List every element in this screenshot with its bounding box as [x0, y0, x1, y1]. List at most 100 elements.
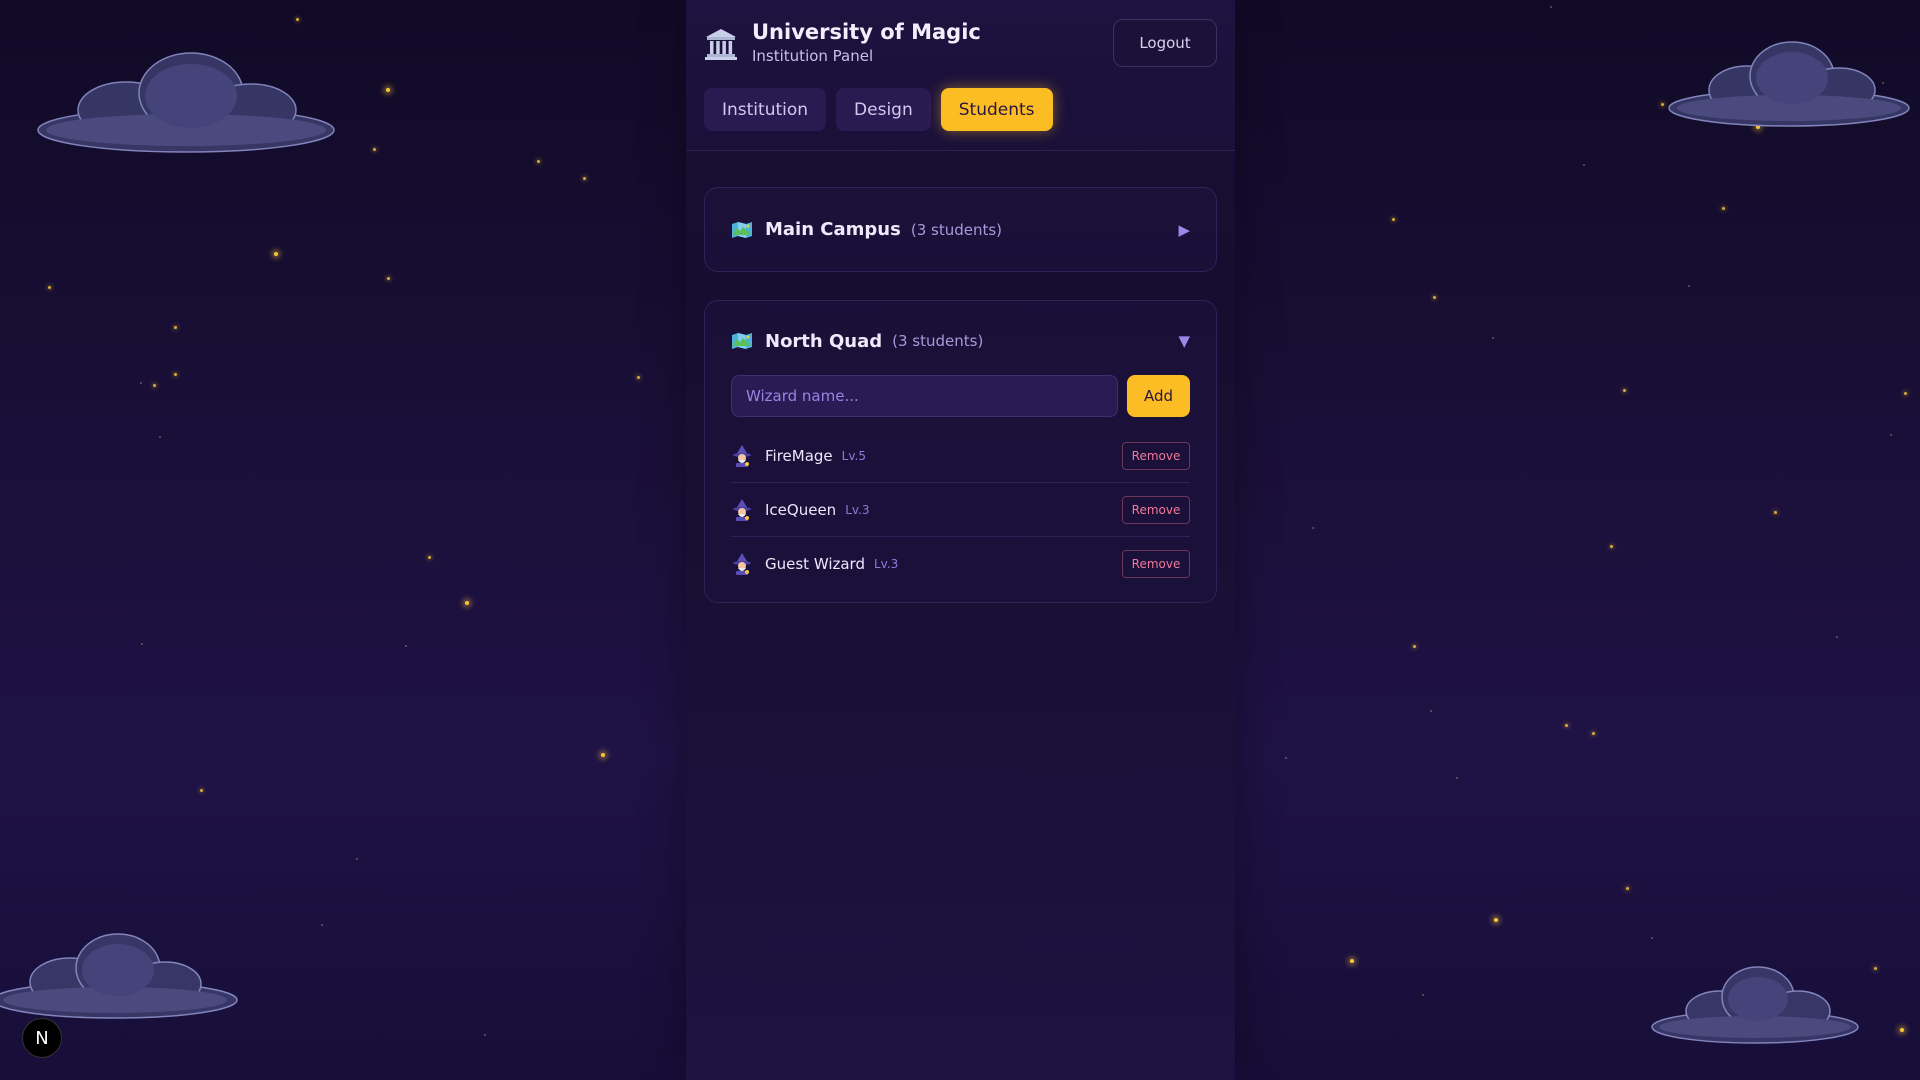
- star: [1392, 218, 1395, 221]
- star: [428, 556, 431, 559]
- map-icon: [732, 221, 752, 238]
- institution-building-icon: [705, 29, 737, 60]
- star: [1592, 732, 1595, 735]
- remove-student-button[interactable]: Remove: [1122, 549, 1190, 578]
- star: [1433, 296, 1436, 299]
- page-subtitle: Institution Panel: [752, 47, 874, 65]
- remove-student-button[interactable]: Remove: [1122, 495, 1190, 524]
- star: [141, 643, 143, 645]
- tab-design[interactable]: Design: [836, 88, 931, 131]
- tab-bar: Institution Design Students: [704, 88, 1053, 131]
- student-name: Guest Wizard: [765, 554, 865, 573]
- star: [1688, 285, 1690, 287]
- wizard-icon: [733, 498, 751, 521]
- campus-header-north-quad[interactable]: North Quad (3 students) ▼: [705, 301, 1216, 381]
- star: [153, 384, 156, 387]
- star: [1890, 434, 1892, 436]
- brand-text: University of Magic Institution Panel: [752, 18, 981, 66]
- student-level: Lv.5: [841, 448, 866, 463]
- cloud-decoration: [1667, 38, 1912, 138]
- campus-card-main-campus: Main Campus (3 students) ▶: [704, 187, 1217, 272]
- star: [1623, 389, 1626, 392]
- star: [140, 382, 142, 384]
- star: [1312, 527, 1314, 529]
- star: [1626, 887, 1629, 890]
- student-level: Lv.3: [873, 556, 899, 571]
- add-student-row: Add: [705, 375, 1216, 417]
- dev-tools-badge[interactable]: N: [22, 1018, 62, 1058]
- star: [1904, 392, 1907, 395]
- star: [1651, 937, 1653, 939]
- star: [1550, 6, 1552, 8]
- star: [174, 326, 177, 329]
- campus-card-north-quad: North Quad (3 students) ▼ Add: [704, 300, 1217, 603]
- star: [1836, 636, 1838, 638]
- star: [373, 148, 376, 151]
- student-name: FireMage: [765, 446, 833, 465]
- star: [465, 601, 469, 605]
- star: [1492, 337, 1494, 339]
- student-row: FireMage Lv.5 Remove: [731, 429, 1190, 483]
- collapse-caret-icon[interactable]: ▼: [1178, 332, 1190, 350]
- star: [274, 252, 278, 256]
- star: [321, 924, 323, 926]
- expand-caret-icon[interactable]: ▶: [1178, 221, 1190, 239]
- tab-students[interactable]: Students: [940, 88, 1053, 131]
- student-count: (3 students): [910, 220, 1003, 239]
- star: [583, 177, 586, 180]
- star: [159, 436, 161, 438]
- campus-name: North Quad: [765, 330, 883, 352]
- star: [1882, 82, 1884, 84]
- star: [405, 645, 407, 647]
- star: [48, 286, 51, 289]
- star: [601, 753, 605, 757]
- star: [1430, 710, 1432, 712]
- star: [1661, 103, 1664, 106]
- remove-student-button[interactable]: Remove: [1122, 441, 1190, 470]
- student-count: (3 students): [892, 332, 984, 350]
- star: [387, 277, 390, 280]
- cloud-decoration: [0, 928, 240, 1028]
- students-content: Main Campus (3 students) ▶ North Quad (3…: [686, 151, 1235, 603]
- student-row: Guest Wizard Lv.3 Remove: [731, 537, 1190, 590]
- campus-header-main-campus[interactable]: Main Campus (3 students) ▶: [705, 188, 1216, 271]
- page-title: University of Magic: [752, 20, 981, 44]
- star: [637, 376, 640, 379]
- wizard-icon: [733, 552, 751, 575]
- student-level: Lv.3: [845, 502, 870, 517]
- student-row: IceQueen Lv.3 Remove: [731, 483, 1190, 537]
- panel-header: University of Magic Institution Panel Lo…: [686, 0, 1235, 151]
- star: [1285, 757, 1287, 759]
- wizard-name-input[interactable]: [731, 375, 1119, 417]
- star: [1583, 164, 1585, 166]
- map-icon: [732, 333, 752, 349]
- star: [1565, 724, 1568, 727]
- star: [1722, 207, 1725, 210]
- wizard-icon: [733, 444, 751, 467]
- star: [1900, 1028, 1904, 1032]
- logout-button[interactable]: Logout: [1113, 19, 1217, 67]
- star: [1350, 959, 1354, 963]
- star: [296, 18, 299, 21]
- star: [1422, 994, 1424, 996]
- star: [1756, 125, 1760, 129]
- star: [200, 789, 203, 792]
- cloud-decoration: [1650, 963, 1860, 1053]
- star: [386, 88, 390, 92]
- star: [1774, 511, 1777, 514]
- star: [537, 160, 540, 163]
- institution-panel: University of Magic Institution Panel Lo…: [686, 0, 1235, 1080]
- tab-institution[interactable]: Institution: [704, 88, 827, 131]
- star: [1456, 777, 1458, 779]
- star: [174, 373, 177, 376]
- add-student-button[interactable]: Add: [1127, 375, 1190, 417]
- star: [1494, 918, 1498, 922]
- brand: University of Magic Institution Panel: [704, 18, 981, 66]
- star: [1610, 545, 1613, 548]
- student-list: FireMage Lv.5 Remove IceQueen Lv.3 Remov…: [705, 417, 1216, 602]
- star: [1874, 967, 1877, 970]
- campus-name: Main Campus: [765, 219, 901, 240]
- student-name: IceQueen: [765, 500, 837, 519]
- star: [484, 1034, 486, 1036]
- star: [1413, 645, 1416, 648]
